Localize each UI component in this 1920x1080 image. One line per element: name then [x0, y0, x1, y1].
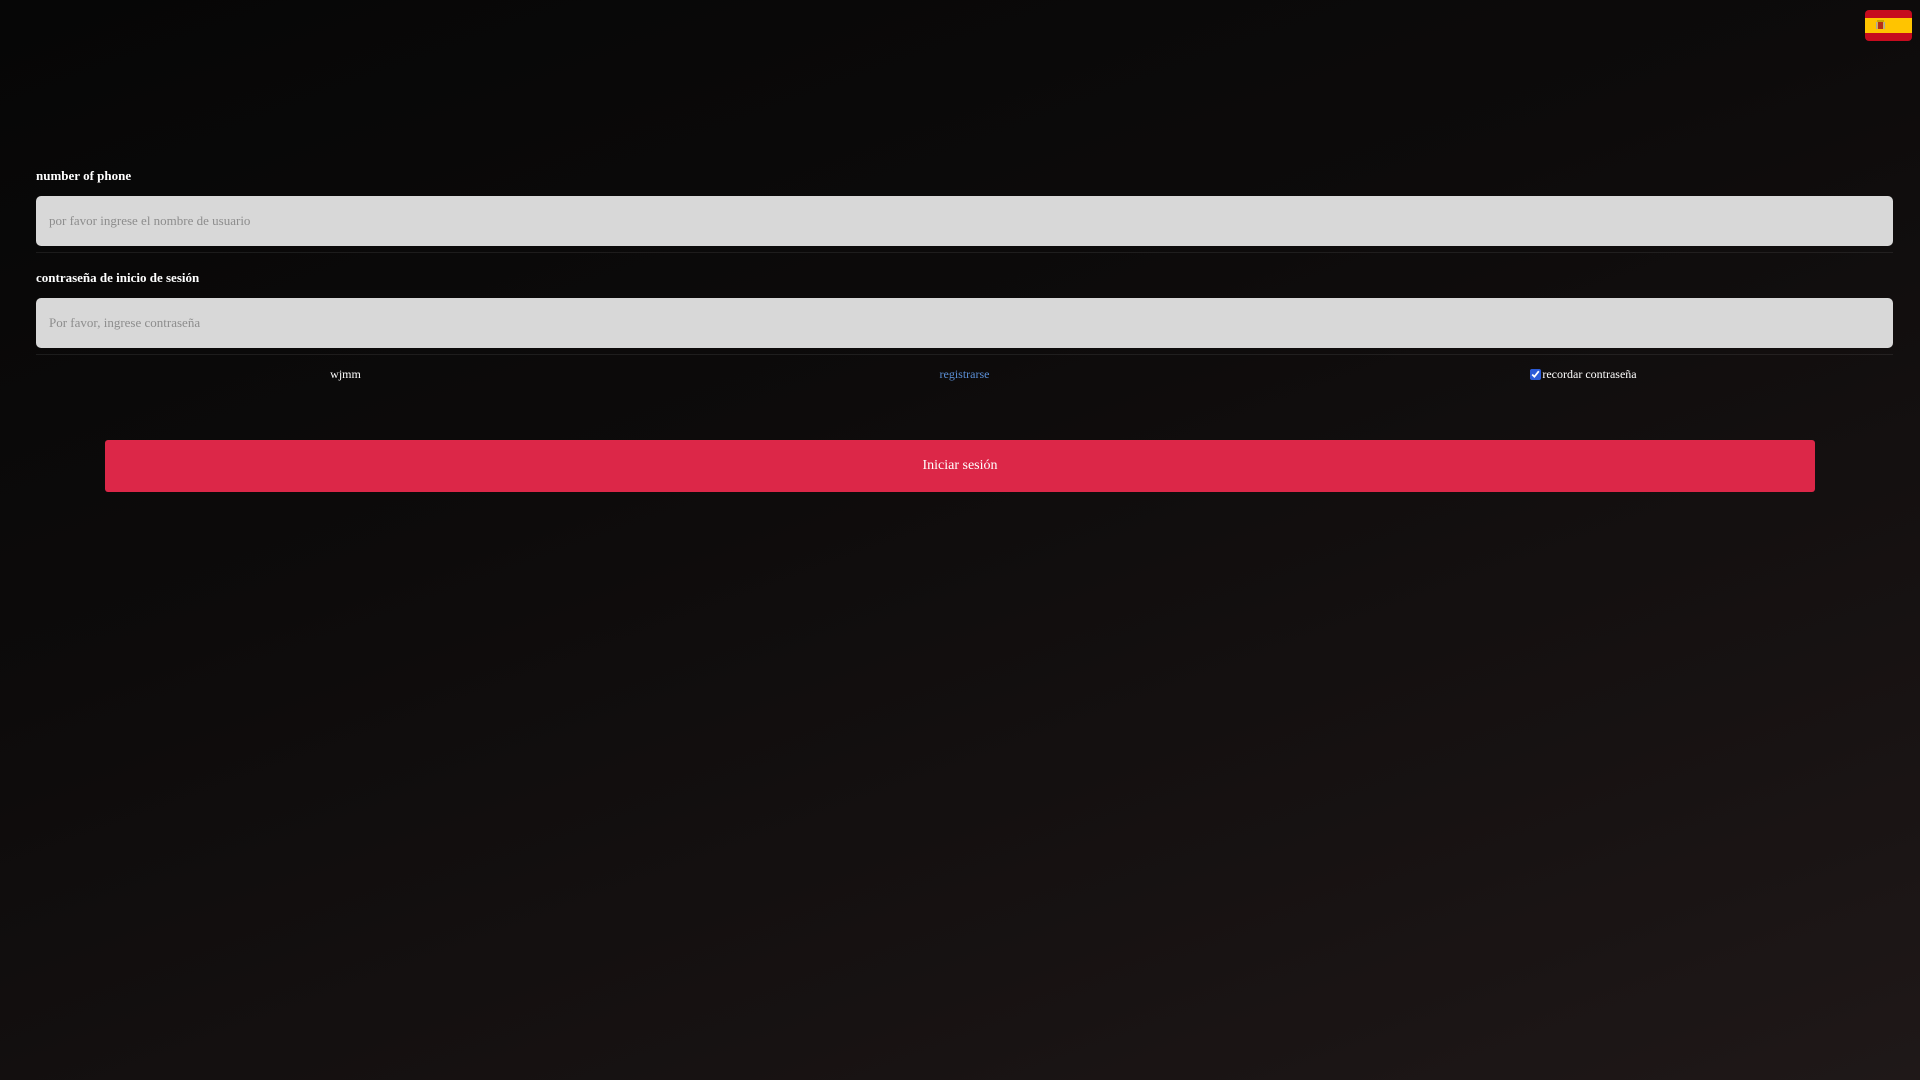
options-left: wjmm	[36, 367, 655, 382]
language-flag-button[interactable]	[1865, 10, 1912, 41]
wjmm-text: wjmm	[330, 366, 361, 381]
password-label: contraseña de inicio de sesión	[36, 270, 200, 285]
phone-input[interactable]	[36, 196, 1893, 246]
divider	[36, 252, 1893, 253]
remember-password-checkbox[interactable]	[1530, 368, 1542, 380]
password-input[interactable]	[36, 298, 1893, 348]
options-center: registrarse	[655, 367, 1274, 382]
phone-label: number of phone	[36, 168, 132, 183]
options-right: recordar contraseña	[1274, 367, 1893, 382]
register-link[interactable]: registrarse	[940, 367, 990, 382]
divider	[36, 354, 1893, 355]
remember-password-label: recordar contraseña	[1542, 366, 1637, 381]
login-options-row: wjmm registrarse recordar contraseña	[36, 363, 1893, 385]
login-form: number of phone contraseña de inicio de …	[36, 166, 1893, 385]
login-button[interactable]: Iniciar sesión	[105, 440, 1815, 492]
spain-flag-icon	[1865, 10, 1912, 41]
